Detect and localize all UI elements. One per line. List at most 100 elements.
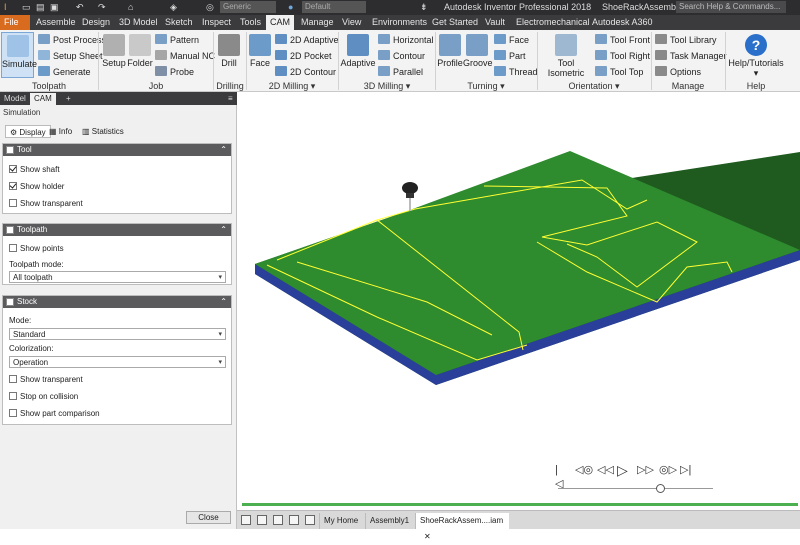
tab-autodesk-a360[interactable]: Autodesk A360 — [588, 15, 657, 30]
2d-pocket-button[interactable]: 2D Pocket — [275, 49, 332, 63]
tab-cam-browser[interactable]: CAM — [30, 93, 56, 105]
step-back-icon[interactable]: ◁◁ — [597, 463, 614, 477]
graphics-viewport[interactable] — [237, 92, 800, 510]
tool-right-button[interactable]: Tool Right — [595, 49, 650, 63]
adaptive-3d-button[interactable]: Adaptive — [340, 32, 376, 68]
groove-button[interactable]: Groove — [463, 32, 493, 68]
probe-button[interactable]: Probe — [155, 65, 194, 79]
tab-view[interactable]: View — [338, 15, 365, 30]
quick-access-more-icon[interactable]: ⇟ — [420, 2, 428, 13]
post-process-button[interactable]: Post Process — [38, 33, 106, 47]
toolpath-section-checkbox[interactable] — [6, 226, 14, 234]
tool-front-button[interactable]: Tool Front — [595, 33, 650, 47]
tab-sketch[interactable]: Sketch — [161, 15, 197, 30]
2d-contour-button[interactable]: 2D Contour — [275, 65, 336, 79]
arrange-windows-icon[interactable] — [257, 515, 267, 525]
appearance-select[interactable]: Default — [302, 1, 366, 13]
show-shaft-checkbox[interactable]: Show shaft — [9, 164, 60, 175]
collapse-icon[interactable]: ⌃ — [220, 144, 227, 156]
folder-button[interactable]: Folder — [127, 32, 153, 68]
tab-tools[interactable]: Tools — [236, 15, 265, 30]
measure-icon[interactable]: ◎ — [206, 2, 214, 13]
stop-on-collision-checkbox[interactable]: Stop on collision — [9, 391, 78, 402]
panel-menu-icon[interactable]: ≡ — [224, 93, 237, 105]
toolpath-mode-select[interactable]: All toolpath ▾ — [9, 271, 226, 283]
window-list-icon[interactable] — [289, 515, 299, 525]
tab-assemble[interactable]: Assemble — [32, 15, 80, 30]
tool-top-button[interactable]: Tool Top — [595, 65, 643, 79]
tool-library-button[interactable]: Tool Library — [655, 33, 717, 47]
undo-icon[interactable]: ↶ — [76, 2, 84, 13]
tab-environments[interactable]: Environments — [368, 15, 431, 30]
tab-file[interactable]: File — [0, 15, 30, 30]
open-icon[interactable]: ▤ — [36, 2, 45, 13]
stock-section-checkbox[interactable] — [6, 298, 14, 306]
tool-section-checkbox[interactable] — [6, 146, 14, 154]
tab-electromechanical[interactable]: Electromechanical — [512, 15, 594, 30]
close-button[interactable]: Close — [186, 511, 231, 524]
home-icon[interactable]: ⌂ — [128, 2, 133, 13]
tab-model[interactable]: Model — [0, 93, 30, 105]
options-button[interactable]: Options — [655, 65, 701, 79]
next-operation-icon[interactable]: ◎▷ — [659, 463, 677, 477]
go-to-end-icon[interactable]: ▷| — [680, 463, 691, 477]
profile-button[interactable]: Profile — [437, 32, 463, 68]
step-forward-icon[interactable]: ▷▷ — [637, 463, 654, 477]
generate-button[interactable]: Generate — [38, 65, 91, 79]
help-tutorials-button[interactable]: ? Help/Tutorials ▾ — [728, 32, 784, 79]
turning-face-button[interactable]: Face — [494, 33, 529, 47]
material-select[interactable]: Generic — [220, 1, 276, 13]
3d-milling-group-label[interactable]: 3D Milling ▾ — [339, 81, 435, 92]
thread-button[interactable]: Thread — [494, 65, 538, 79]
parallel-button[interactable]: Parallel — [378, 65, 423, 79]
tab-assembly1[interactable]: Assembly1 — [365, 513, 413, 529]
simulation-progress-bar[interactable] — [242, 503, 798, 506]
documents-menu-icon[interactable] — [305, 515, 315, 525]
setup-sheet-button[interactable]: Setup Sheet — [38, 49, 103, 63]
collapse-icon[interactable]: ⌃ — [220, 296, 227, 308]
tab-manage[interactable]: Manage — [297, 15, 338, 30]
tab-my-home[interactable]: My Home — [319, 513, 362, 529]
show-points-checkbox[interactable]: Show points — [9, 243, 64, 254]
add-tab-button[interactable]: + — [62, 93, 75, 105]
tab-display[interactable]: ⚙ Display — [5, 125, 51, 138]
search-input[interactable]: Search Help & Commands... — [676, 1, 786, 13]
setup-button[interactable]: Setup — [101, 32, 127, 68]
close-icon[interactable]: ✕ — [424, 532, 431, 541]
2d-adaptive-button[interactable]: 2D Adaptive — [275, 33, 339, 47]
redo-icon[interactable]: ↷ — [98, 2, 106, 13]
contour-3d-button[interactable]: Contour — [378, 49, 425, 63]
previous-operation-icon[interactable]: ◁◎ — [575, 463, 593, 477]
face-2d-button[interactable]: Face — [248, 32, 272, 68]
tab-design[interactable]: Design — [78, 15, 114, 30]
task-manager-button[interactable]: Task Manager — [655, 49, 727, 63]
tab-info[interactable]: ▦ Info — [49, 125, 72, 138]
pattern-button[interactable]: Pattern — [155, 33, 199, 47]
speed-slider-knob[interactable] — [656, 484, 665, 493]
tool-section-header[interactable]: Tool ⌃ — [3, 144, 231, 156]
tab-inspect[interactable]: Inspect — [198, 15, 235, 30]
tile-windows-icon[interactable] — [241, 515, 251, 525]
stock-section-header[interactable]: Stock ⌃ — [3, 296, 231, 308]
tab-statistics[interactable]: ▥ Statistics — [82, 125, 124, 138]
appearance-icon[interactable]: ● — [288, 2, 293, 13]
go-to-start-icon[interactable]: |◁ — [555, 463, 563, 490]
select-icon[interactable]: ◈ — [170, 2, 177, 13]
horizontal-button[interactable]: Horizontal — [378, 33, 434, 47]
colorization-select[interactable]: Operation ▾ — [9, 356, 226, 368]
speed-slider-track[interactable] — [558, 488, 713, 489]
show-part-comparison-checkbox[interactable]: Show part comparison — [9, 408, 100, 419]
show-transparent-stock-checkbox[interactable]: Show transparent — [9, 374, 83, 385]
orientation-group-label[interactable]: Orientation ▾ — [538, 81, 650, 92]
show-transparent-tool-checkbox[interactable]: Show transparent — [9, 198, 83, 209]
tab-vault[interactable]: Vault — [481, 15, 509, 30]
new-icon[interactable]: ▭ — [22, 2, 31, 13]
tab-get-started[interactable]: Get Started — [428, 15, 482, 30]
manual-nc-button[interactable]: Manual NC — [155, 49, 215, 63]
tab-shoerack-assembly[interactable]: ShoeRackAssem....iam ✕ — [415, 513, 509, 541]
stock-mode-select[interactable]: Standard ▾ — [9, 328, 226, 340]
collapse-icon[interactable]: ⌃ — [220, 224, 227, 236]
turning-group-label[interactable]: Turning ▾ — [436, 81, 536, 92]
toolpath-section-header[interactable]: Toolpath ⌃ — [3, 224, 231, 236]
tab-3d-model[interactable]: 3D Model — [115, 15, 162, 30]
